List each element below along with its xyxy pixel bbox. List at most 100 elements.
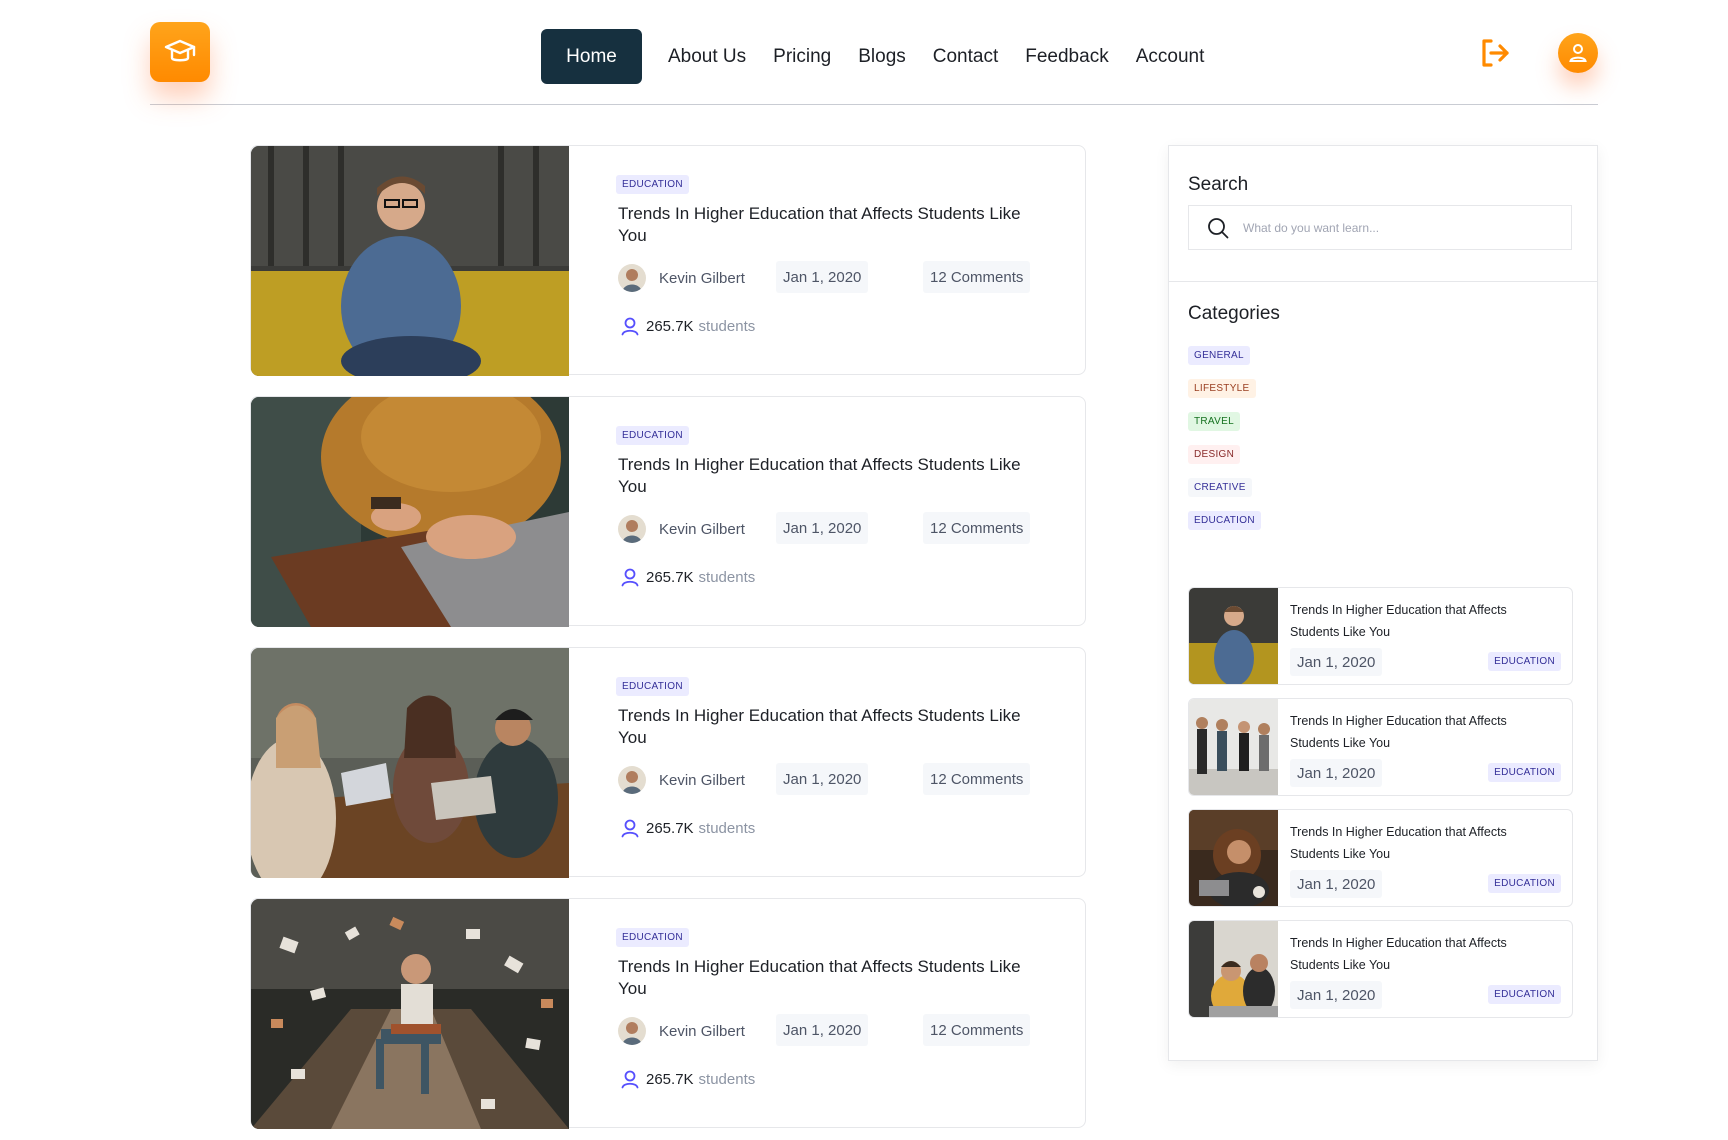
category-design[interactable]: DESIGN bbox=[1188, 445, 1241, 464]
sidebar-divider bbox=[1169, 281, 1597, 282]
recent-post-category[interactable]: EDUCATION bbox=[1488, 874, 1561, 893]
logout-button[interactable] bbox=[1478, 36, 1512, 70]
category-creative[interactable]: CREATIVE bbox=[1188, 478, 1252, 497]
post-image bbox=[251, 648, 569, 878]
user-outline-icon bbox=[621, 1070, 639, 1089]
user-outline-icon bbox=[621, 568, 639, 587]
recent-post-card[interactable]: Trends In Higher Education that Affects … bbox=[1188, 920, 1573, 1018]
blog-post-list: EDUCATION Trends In Higher Education tha… bbox=[250, 145, 1086, 1140]
main-nav: Home About Us Pricing Blogs Contact Feed… bbox=[541, 29, 1231, 84]
recent-post-image bbox=[1189, 588, 1278, 684]
author-name: Kevin Gilbert bbox=[659, 269, 745, 287]
user-icon bbox=[1569, 44, 1587, 62]
logo[interactable] bbox=[150, 22, 210, 82]
students-count: 265.7K bbox=[646, 568, 694, 586]
logout-icon bbox=[1482, 39, 1509, 67]
recent-post-category[interactable]: EDUCATION bbox=[1488, 652, 1561, 671]
post-category-badge[interactable]: EDUCATION bbox=[616, 175, 689, 194]
recent-post-title[interactable]: Trends In Higher Education that Affects … bbox=[1290, 932, 1540, 976]
recent-post-date: Jan 1, 2020 bbox=[1290, 870, 1383, 898]
author-name: Kevin Gilbert bbox=[659, 520, 745, 538]
nav-pricing[interactable]: Pricing bbox=[773, 29, 831, 84]
post-comments[interactable]: 12 Comments bbox=[923, 1014, 1031, 1046]
blog-post-card[interactable]: EDUCATION Trends In Higher Education tha… bbox=[250, 396, 1086, 627]
post-image bbox=[251, 397, 569, 627]
post-date: Jan 1, 2020 bbox=[776, 763, 869, 795]
nav-about-us[interactable]: About Us bbox=[668, 29, 746, 84]
recent-post-title[interactable]: Trends In Higher Education that Affects … bbox=[1290, 821, 1540, 865]
recent-post-title[interactable]: Trends In Higher Education that Affects … bbox=[1290, 599, 1540, 643]
search-icon bbox=[1208, 217, 1229, 238]
recent-post-card[interactable]: Trends In Higher Education that Affects … bbox=[1188, 809, 1573, 907]
blog-post-card[interactable]: EDUCATION Trends In Higher Education tha… bbox=[250, 145, 1086, 376]
post-students: 265.7K students bbox=[620, 316, 755, 336]
post-students: 265.7K students bbox=[620, 1069, 755, 1089]
account-avatar-button[interactable] bbox=[1558, 33, 1598, 73]
category-education[interactable]: EDUCATION bbox=[1188, 511, 1261, 530]
author-avatar bbox=[618, 515, 646, 543]
post-title[interactable]: Trends In Higher Education that Affects … bbox=[618, 705, 1038, 749]
post-date: Jan 1, 2020 bbox=[776, 1014, 869, 1046]
sidebar: Search Categories GENERAL LIFESTYLE TRAV… bbox=[1168, 145, 1598, 1061]
nav-blogs[interactable]: Blogs bbox=[858, 29, 906, 84]
recent-post-category[interactable]: EDUCATION bbox=[1488, 763, 1561, 782]
author-name: Kevin Gilbert bbox=[659, 1022, 745, 1040]
category-list: GENERAL LIFESTYLE TRAVEL DESIGN CREATIVE… bbox=[1188, 346, 1261, 544]
students-label: students bbox=[698, 568, 756, 586]
students-count: 265.7K bbox=[646, 317, 694, 335]
post-title[interactable]: Trends In Higher Education that Affects … bbox=[618, 203, 1038, 247]
recent-post-image bbox=[1189, 699, 1278, 795]
graduation-cap-icon bbox=[164, 39, 196, 62]
author-name: Kevin Gilbert bbox=[659, 771, 745, 789]
recent-post-category[interactable]: EDUCATION bbox=[1488, 985, 1561, 1004]
blog-post-card[interactable]: EDUCATION Trends In Higher Education tha… bbox=[250, 647, 1086, 878]
nav-home[interactable]: Home bbox=[541, 29, 642, 84]
post-date: Jan 1, 2020 bbox=[776, 512, 869, 544]
recent-post-date: Jan 1, 2020 bbox=[1290, 648, 1383, 676]
search-title: Search bbox=[1188, 174, 1249, 195]
user-outline-icon bbox=[621, 317, 639, 336]
post-author[interactable]: Kevin Gilbert bbox=[618, 515, 745, 543]
post-category-badge[interactable]: EDUCATION bbox=[616, 928, 689, 947]
user-outline-icon bbox=[621, 819, 639, 838]
post-category-badge[interactable]: EDUCATION bbox=[616, 426, 689, 445]
nav-account[interactable]: Account bbox=[1136, 29, 1205, 84]
author-avatar bbox=[618, 1017, 646, 1045]
search-field[interactable] bbox=[1188, 205, 1572, 250]
category-lifestyle[interactable]: LIFESTYLE bbox=[1188, 379, 1256, 398]
students-label: students bbox=[698, 819, 756, 837]
post-comments[interactable]: 12 Comments bbox=[923, 763, 1031, 795]
post-comments[interactable]: 12 Comments bbox=[923, 512, 1031, 544]
blog-post-card[interactable]: EDUCATION Trends In Higher Education tha… bbox=[250, 898, 1086, 1129]
post-category-badge[interactable]: EDUCATION bbox=[616, 677, 689, 696]
post-image bbox=[251, 146, 569, 376]
post-author[interactable]: Kevin Gilbert bbox=[618, 1017, 745, 1045]
recent-post-image bbox=[1189, 921, 1278, 1017]
post-date: Jan 1, 2020 bbox=[776, 261, 869, 293]
post-author[interactable]: Kevin Gilbert bbox=[618, 264, 745, 292]
recent-post-date: Jan 1, 2020 bbox=[1290, 759, 1383, 787]
nav-contact[interactable]: Contact bbox=[933, 29, 998, 84]
top-header: Home About Us Pricing Blogs Contact Feed… bbox=[150, 0, 1598, 105]
search-input[interactable] bbox=[1243, 220, 1543, 235]
post-title[interactable]: Trends In Higher Education that Affects … bbox=[618, 454, 1038, 498]
categories-title: Categories bbox=[1188, 303, 1280, 324]
recent-post-title[interactable]: Trends In Higher Education that Affects … bbox=[1290, 710, 1540, 754]
recent-post-card[interactable]: Trends In Higher Education that Affects … bbox=[1188, 698, 1573, 796]
post-title[interactable]: Trends In Higher Education that Affects … bbox=[618, 956, 1038, 1000]
students-label: students bbox=[698, 1070, 756, 1088]
post-students: 265.7K students bbox=[620, 818, 755, 838]
category-travel[interactable]: TRAVEL bbox=[1188, 412, 1240, 431]
recent-post-card[interactable]: Trends In Higher Education that Affects … bbox=[1188, 587, 1573, 685]
author-avatar bbox=[618, 766, 646, 794]
recent-post-image bbox=[1189, 810, 1278, 906]
category-general[interactable]: GENERAL bbox=[1188, 346, 1250, 365]
students-count: 265.7K bbox=[646, 1070, 694, 1088]
nav-feedback[interactable]: Feedback bbox=[1025, 29, 1108, 84]
post-students: 265.7K students bbox=[620, 567, 755, 587]
students-label: students bbox=[698, 317, 756, 335]
author-avatar bbox=[618, 264, 646, 292]
post-image bbox=[251, 899, 569, 1129]
post-author[interactable]: Kevin Gilbert bbox=[618, 766, 745, 794]
post-comments[interactable]: 12 Comments bbox=[923, 261, 1031, 293]
